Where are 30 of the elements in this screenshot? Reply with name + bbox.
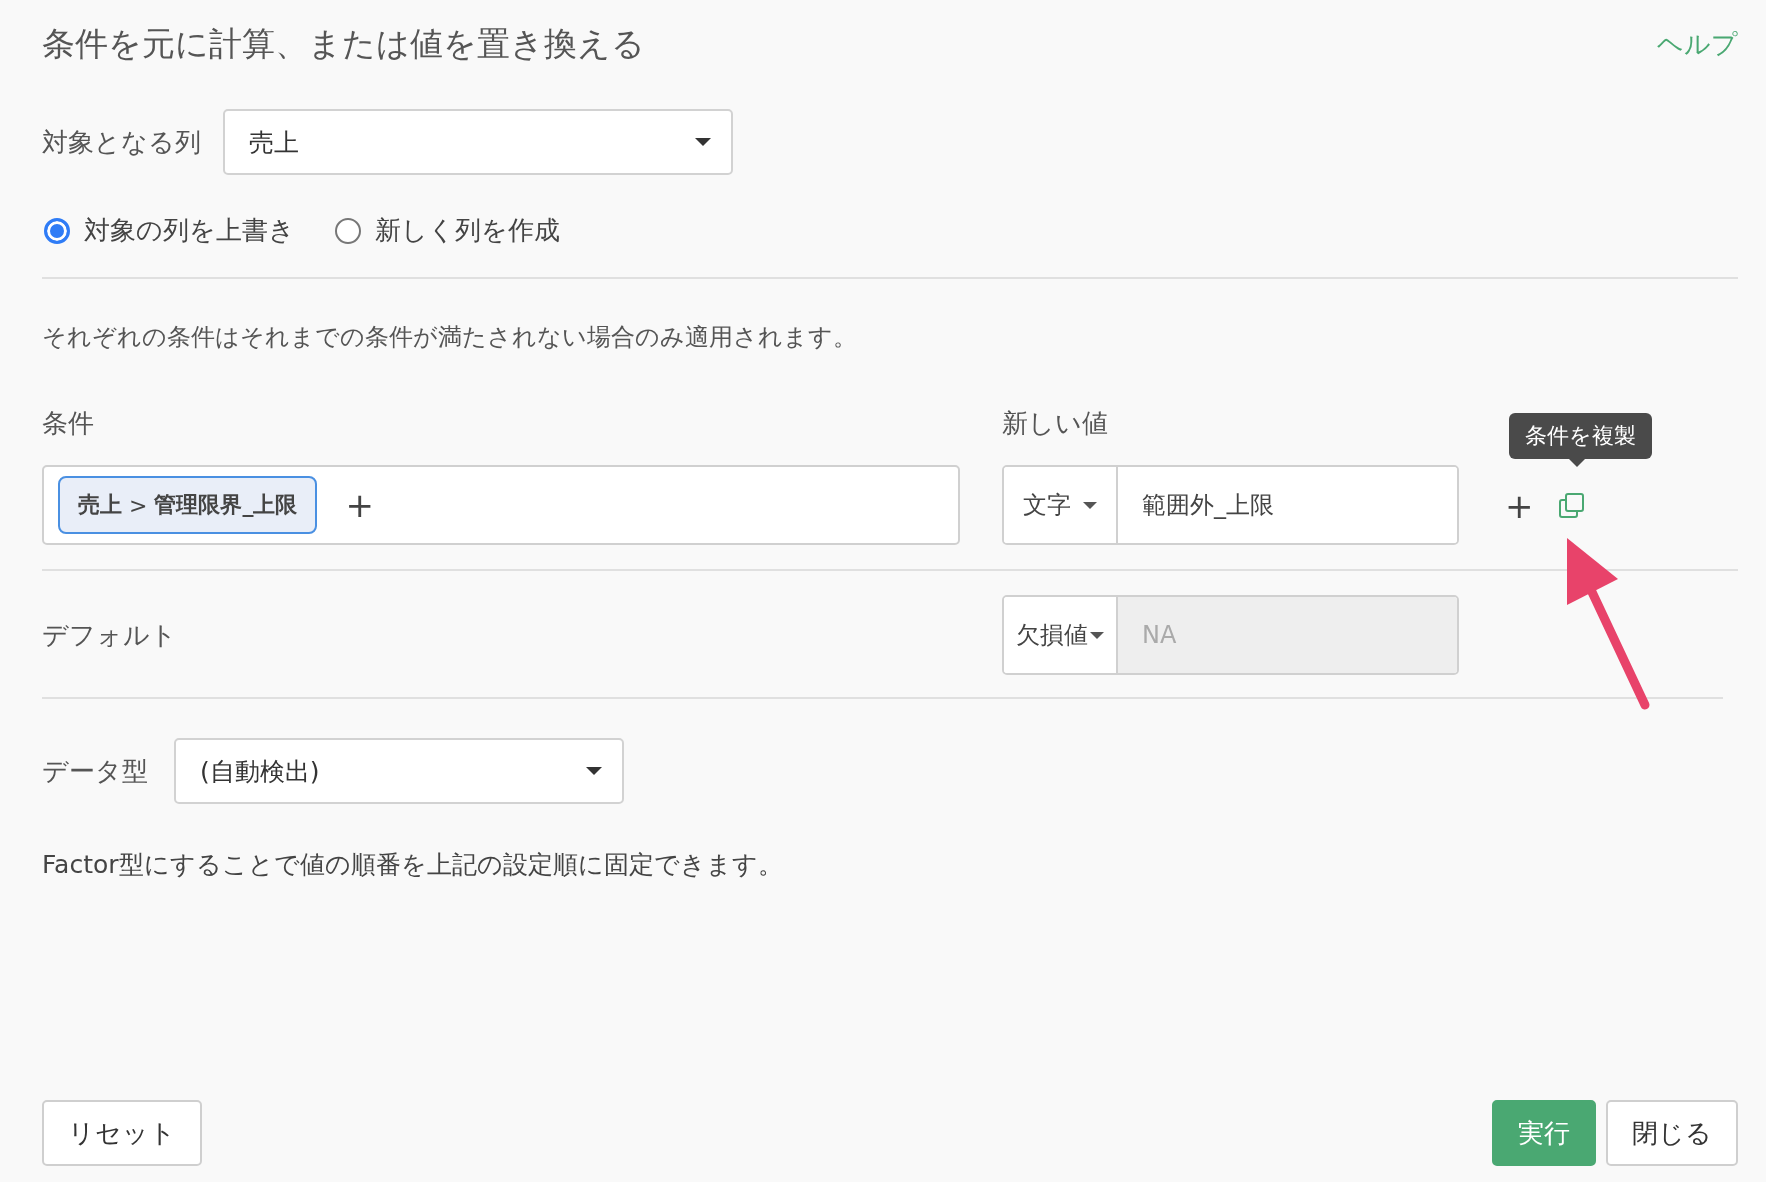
add-row-button[interactable]: + [1501,489,1538,523]
value-field[interactable]: 文字 範囲外_上限 [1002,465,1459,545]
radio-label[interactable]: 新しく列を作成 [375,213,560,248]
column-select[interactable]: 売上 [223,109,733,175]
dialog-title: 条件を元に計算、または値を置き換える [42,23,645,65]
radio-label[interactable]: 対象の列を上書き [84,213,295,248]
data-type-select[interactable]: (自動検出) [174,738,624,804]
close-button[interactable]: 閉じる [1606,1100,1738,1166]
caret-icon [1090,631,1104,639]
add-condition-button[interactable]: + [341,488,378,522]
column-header: 条件 [42,407,95,440]
field-label: 対象となる列 [42,125,201,159]
description-text: それぞれの条件はそれまでの条件が満たされない場合のみ適用されます。 [42,322,858,353]
radio-button[interactable] [335,217,361,244]
caret-icon [586,767,602,775]
tooltip-tail [1568,458,1586,467]
field-label: データ型 [42,754,148,788]
note-text: Factor型にすることで値の順番を上記の設定順に固定できます。 [42,849,784,881]
duplicate-button[interactable] [1557,492,1586,520]
caret-icon [1083,501,1097,509]
caret-icon [695,138,711,146]
tooltip: 条件を複製 [1509,413,1652,459]
condition-field[interactable]: 売上 > 管理限界_上限 + [42,465,960,545]
field-label: デフォルト [42,618,178,652]
condition-chip[interactable]: 売上 > 管理限界_上限 [58,476,318,534]
column-header: 新しい値 [1002,407,1109,440]
copy-icon [1557,492,1586,520]
reset-button[interactable]: リセット [42,1100,202,1166]
value-type-dropdown[interactable]: 文字 [1004,467,1118,543]
radio-button[interactable] [44,217,70,244]
